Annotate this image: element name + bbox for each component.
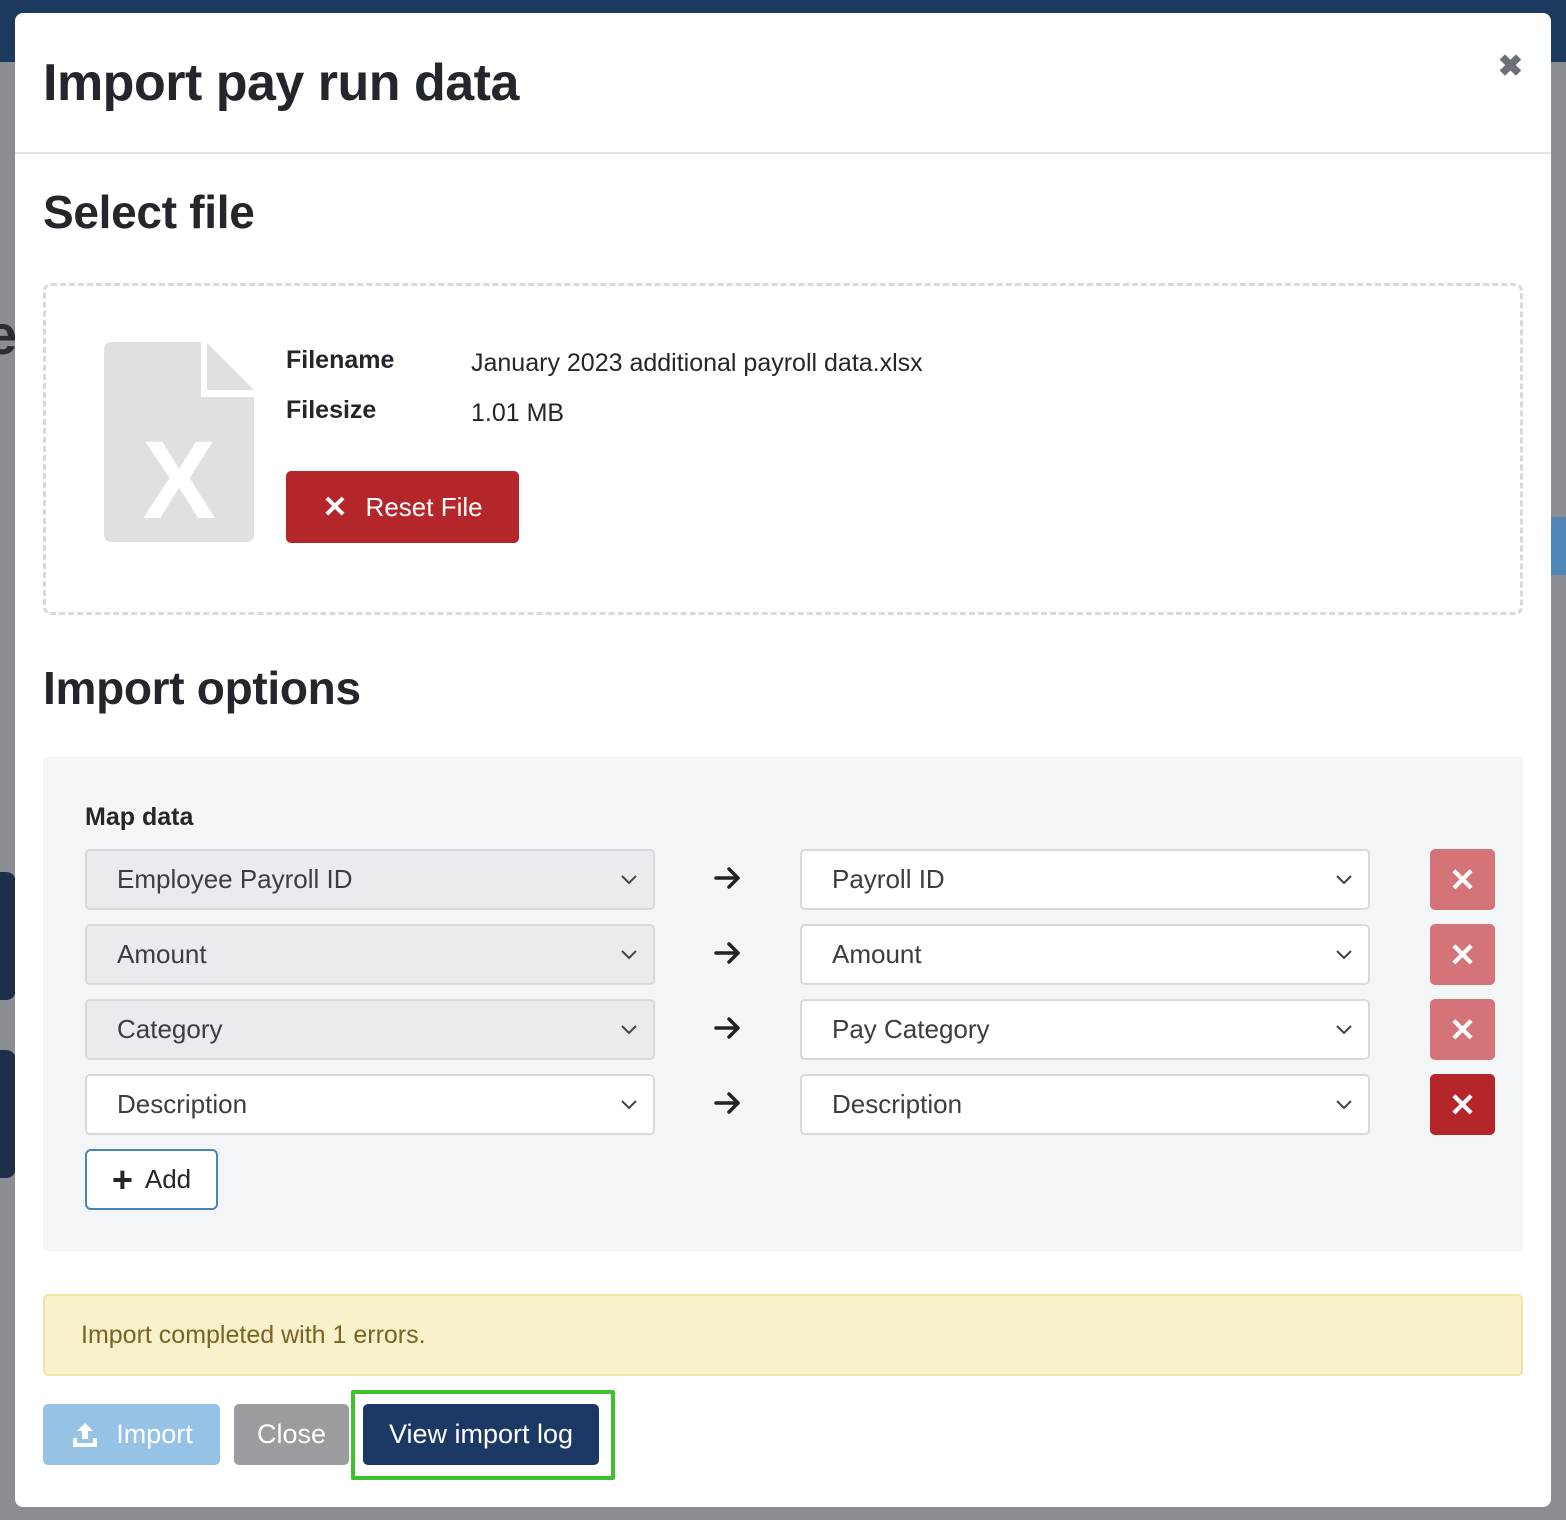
filesize-label: Filesize <box>286 396 377 424</box>
reset-file-label: Reset File <box>365 491 483 522</box>
target-field-value: Payroll ID <box>832 864 945 894</box>
chevron-down-icon <box>1336 1025 1352 1035</box>
close-icon[interactable]: ✖ <box>1498 49 1523 84</box>
add-mapping-label: Add <box>144 1164 192 1194</box>
target-field-select[interactable]: Amount <box>800 924 1370 985</box>
view-import-log-button[interactable]: View import log <box>363 1404 599 1465</box>
source-column-value: Description <box>117 1089 248 1119</box>
map-row: Description Description ✕ <box>85 1074 1495 1135</box>
file-dropzone[interactable]: X Filename January 2023 additional payro… <box>43 283 1523 615</box>
target-field-select[interactable]: Payroll ID <box>800 849 1370 910</box>
svg-text:X: X <box>142 419 215 542</box>
source-column-value: Employee Payroll ID <box>117 864 353 894</box>
reset-file-button[interactable]: ✕ Reset File <box>286 471 519 543</box>
close-icon: ✕ <box>322 490 348 524</box>
import-button[interactable]: Import <box>43 1404 220 1465</box>
import-modal: Import pay run data ✖ Select file X File… <box>15 13 1551 1507</box>
upload-icon <box>73 1422 98 1447</box>
modal-header: Import pay run data ✖ <box>15 13 1551 154</box>
map-data-label: Map data <box>85 803 194 831</box>
background-avatar-fragment <box>0 872 16 1000</box>
remove-mapping-button[interactable]: ✕ <box>1430 924 1495 985</box>
chevron-down-icon <box>1336 950 1352 960</box>
modal-title: Import pay run data <box>43 54 519 112</box>
filesize-value: 1.01 MB <box>471 399 565 427</box>
chevron-down-icon <box>621 875 637 885</box>
arrow-right-icon <box>714 1092 740 1114</box>
target-field-value: Description <box>832 1089 963 1119</box>
target-field-select[interactable]: Description <box>800 1074 1370 1135</box>
view-import-log-label: View import log <box>388 1419 574 1449</box>
map-row: Category Pay Category ✕ <box>85 999 1495 1060</box>
select-file-heading: Select file <box>43 186 255 238</box>
import-options-heading: Import options <box>43 662 361 714</box>
remove-mapping-button[interactable]: ✕ <box>1430 1074 1495 1135</box>
map-row: Amount Amount ✕ <box>85 924 1495 985</box>
plus-icon: + <box>111 1158 133 1200</box>
source-column-value: Category <box>117 1014 223 1044</box>
source-column-select[interactable]: Amount <box>85 924 655 985</box>
close-button-label: Close <box>256 1419 327 1449</box>
chevron-down-icon <box>1336 875 1352 885</box>
arrow-right-icon <box>714 942 740 964</box>
map-data-panel: Map data Employee Payroll ID Payroll ID … <box>43 757 1523 1251</box>
import-button-label: Import <box>116 1419 193 1449</box>
arrow-right-icon <box>714 1017 740 1039</box>
map-row: Employee Payroll ID Payroll ID ✕ <box>85 849 1495 910</box>
background-avatar-fragment <box>0 1050 16 1178</box>
chevron-down-icon <box>1336 1100 1352 1110</box>
excel-file-icon: X <box>104 342 254 542</box>
target-field-value: Amount <box>832 939 922 969</box>
filename-value: January 2023 additional payroll data.xls… <box>471 349 923 377</box>
remove-mapping-button[interactable]: ✕ <box>1430 999 1495 1060</box>
remove-mapping-button[interactable]: ✕ <box>1430 849 1495 910</box>
import-status-alert: Import completed with 1 errors. <box>43 1294 1523 1376</box>
chevron-down-icon <box>621 1100 637 1110</box>
arrow-right-icon <box>714 867 740 889</box>
source-column-value: Amount <box>117 939 207 969</box>
source-column-select[interactable]: Category <box>85 999 655 1060</box>
target-field-value: Pay Category <box>832 1014 990 1044</box>
target-field-select[interactable]: Pay Category <box>800 999 1370 1060</box>
chevron-down-icon <box>621 950 637 960</box>
close-button[interactable]: Close <box>234 1404 349 1465</box>
source-column-select[interactable]: Employee Payroll ID <box>85 849 655 910</box>
import-status-message: Import completed with 1 errors. <box>81 1320 426 1349</box>
add-mapping-button[interactable]: + Add <box>85 1149 218 1210</box>
source-column-select[interactable]: Description <box>85 1074 655 1135</box>
filename-label: Filename <box>286 346 395 374</box>
chevron-down-icon <box>621 1025 637 1035</box>
